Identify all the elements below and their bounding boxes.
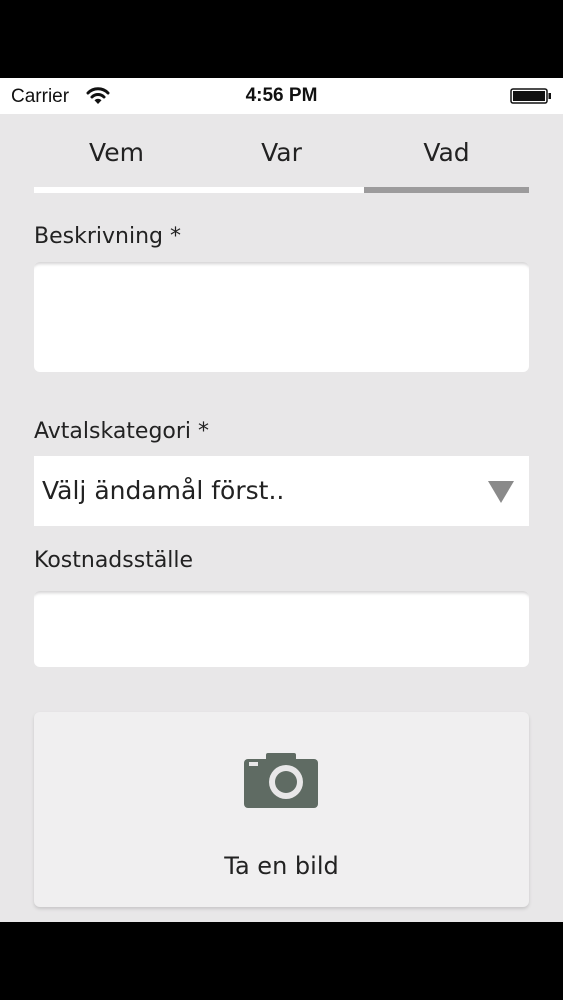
description-label: Beskrivning * [34,224,181,249]
agreement-category-label: Avtalskategori * [34,419,210,444]
phone-screen: Carrier 4:56 PM Vem Var Vad Beskrivning … [0,0,563,1000]
tab-vem[interactable]: Vem [34,138,199,167]
camera-icon [244,753,318,808]
status-bar: Carrier 4:56 PM [0,78,563,114]
tab-indicator-active [364,187,529,193]
tab-var[interactable]: Var [199,138,364,167]
description-field[interactable] [34,262,529,372]
agreement-category-value: Välj ändamål först.. [42,476,285,505]
cost-center-label: Kostnadsställe [34,548,194,573]
tab-indicator-inactive [34,187,364,193]
cost-center-field[interactable] [34,591,529,667]
status-time: 4:56 PM [245,85,318,106]
take-photo-label: Ta en bild [224,852,339,880]
dropdown-arrow-icon [488,481,514,503]
agreement-category-select[interactable]: Välj ändamål först.. [34,456,529,526]
tab-vad[interactable]: Vad [364,138,529,167]
battery-icon [510,88,551,104]
form-content: Vem Var Vad Beskrivning * Avtalskategori… [0,114,563,922]
tab-bar: Vem Var Vad [34,114,529,194]
take-photo-button[interactable]: Ta en bild [34,712,529,907]
